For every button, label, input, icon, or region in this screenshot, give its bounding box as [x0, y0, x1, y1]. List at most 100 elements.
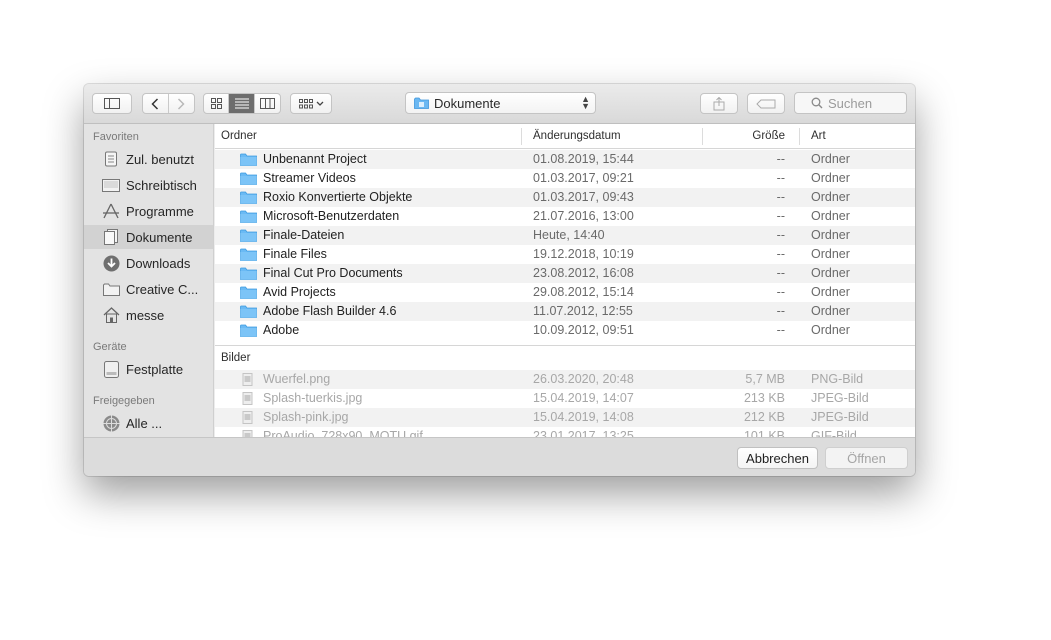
- table-row[interactable]: Final Cut Pro Documents 23.08.2012, 16:08…: [215, 264, 915, 283]
- chevron-left-icon: [151, 97, 159, 110]
- view-mode-group: [203, 93, 281, 114]
- network-icon: [102, 414, 120, 432]
- applications-icon: [102, 202, 120, 220]
- share-button[interactable]: [700, 93, 738, 114]
- documents-icon: [102, 228, 120, 246]
- column-name-header[interactable]: Ordner: [221, 130, 257, 142]
- file-kind: Ordner: [811, 209, 850, 223]
- image-file-icon: [240, 373, 254, 389]
- table-row[interactable]: Microsoft-Benutzerdaten 21.07.2016, 13:00…: [215, 207, 915, 226]
- sidebar-toggle-button[interactable]: [92, 93, 132, 114]
- toolbar: Dokumente ▲ ▼ Suchen: [84, 84, 915, 124]
- file-date: 11.07.2012, 12:55: [533, 304, 633, 318]
- sidebar-item-network[interactable]: Alle ...: [84, 411, 213, 435]
- file-name: Finale Files: [263, 247, 327, 261]
- column-view-button[interactable]: [255, 94, 280, 113]
- folder-icon: [240, 324, 257, 340]
- sidebar-item-label: Downloads: [126, 255, 191, 271]
- cancel-button[interactable]: Abbrechen: [737, 447, 818, 469]
- table-row[interactable]: Finale Files 19.12.2018, 10:19 -- Ordner: [215, 245, 915, 264]
- file-list: Ordner Änderungsdatum Größe Art Unbenann…: [215, 124, 915, 437]
- chevron-updown-icon: ▲ ▼: [581, 94, 590, 111]
- image-file-icon: [240, 430, 254, 437]
- file-date: 29.08.2012, 15:14: [533, 285, 634, 299]
- location-popup[interactable]: Dokumente ▲ ▼: [405, 92, 596, 114]
- table-row[interactable]: Adobe Flash Builder 4.6 11.07.2012, 12:55…: [215, 302, 915, 321]
- file-kind: Ordner: [811, 190, 850, 204]
- table-row: Splash-tuerkis.jpg 15.04.2019, 14:07 213 K…: [215, 389, 915, 408]
- file-size: --: [776, 209, 785, 223]
- table-row[interactable]: Unbenannt Project 01.08.2019, 15:44 -- Ordn…: [215, 150, 915, 169]
- search-field[interactable]: Suchen: [794, 92, 907, 114]
- file-size: --: [776, 266, 785, 280]
- file-size: --: [776, 228, 785, 242]
- table-row[interactable]: Streamer Videos 01.03.2017, 09:21 -- Ordner: [215, 169, 915, 188]
- table-row[interactable]: Avid Projects 29.08.2012, 15:14 -- Ordner: [215, 283, 915, 302]
- sidebar-item-home[interactable]: messe: [84, 303, 213, 327]
- open-button[interactable]: Öffnen: [825, 447, 908, 469]
- group-header-images: Bilder: [215, 345, 915, 369]
- sidebar-item-label: Schreibtisch: [126, 177, 197, 193]
- file-date: 23.01.2017, 13:25: [533, 429, 634, 437]
- file-size: --: [776, 285, 785, 299]
- sidebar-section-devices: Geräte: [93, 341, 127, 353]
- file-date: 15.04.2019, 14:07: [533, 391, 634, 405]
- sidebar-item-documents[interactable]: Dokumente: [84, 225, 213, 249]
- column-date-header[interactable]: Änderungsdatum: [533, 130, 621, 142]
- file-size: --: [776, 152, 785, 166]
- sidebar-section-favorites: Favoriten: [93, 131, 139, 143]
- list-view-button[interactable]: [229, 94, 255, 113]
- file-kind: Ordner: [811, 247, 850, 261]
- table-row[interactable]: Adobe 10.09.2012, 09:51 -- Ordner: [215, 321, 915, 340]
- file-name: Splash-pink.jpg: [263, 410, 349, 424]
- search-icon: [811, 97, 823, 109]
- column-kind-header[interactable]: Art: [811, 130, 826, 142]
- column-size-header[interactable]: Größe: [752, 130, 785, 142]
- tag-button[interactable]: [747, 93, 785, 114]
- sidebar-section-shared: Freigegeben: [93, 395, 155, 407]
- table-row: Wuerfel.png 26.03.2020, 20:48 5,7 MB PNG-Bi…: [215, 370, 915, 389]
- file-date: Heute, 14:40: [533, 228, 605, 242]
- sidebar-item-desktop[interactable]: Schreibtisch: [84, 173, 213, 197]
- folder-icon: [240, 248, 257, 264]
- location-label: Dokumente: [434, 95, 501, 111]
- file-date: 01.03.2017, 09:21: [533, 171, 634, 185]
- file-name: Roxio Konvertierte Objekte: [263, 190, 413, 204]
- home-icon: [102, 306, 120, 324]
- file-date: 15.04.2019, 14:08: [533, 410, 634, 424]
- sidebar-item-label: Dokumente: [126, 229, 193, 245]
- file-name: Microsoft-Benutzerdaten: [263, 209, 400, 223]
- back-button[interactable]: [143, 94, 169, 113]
- file-size: --: [776, 171, 785, 185]
- icon-view-button[interactable]: [204, 94, 230, 113]
- desktop-icon: [102, 176, 120, 194]
- file-name: Final Cut Pro Documents: [263, 266, 403, 280]
- file-date: 01.03.2017, 09:43: [533, 190, 634, 204]
- chevron-right-icon: [178, 97, 185, 110]
- sidebar-item-recents[interactable]: Zul. benutzt: [84, 147, 213, 171]
- forward-button[interactable]: [169, 94, 194, 113]
- downloads-icon: [102, 254, 120, 272]
- sidebar-item-downloads[interactable]: Downloads: [84, 251, 213, 275]
- sidebar-item-applications[interactable]: Programme: [84, 199, 213, 223]
- sidebar-item-creative-cloud[interactable]: Creative C...: [84, 277, 213, 301]
- file-size: --: [776, 323, 785, 337]
- sidebar-item-harddisk[interactable]: Festplatte: [84, 357, 213, 381]
- table-row[interactable]: Finale-Dateien Heute, 14:40 -- Ordner: [215, 226, 915, 245]
- table-row[interactable]: Roxio Konvertierte Objekte 01.03.2017, 09…: [215, 188, 915, 207]
- sidebar-item-label: Zul. benutzt: [126, 151, 194, 167]
- file-size: 5,7 MB: [745, 372, 785, 386]
- image-file-icon: [240, 392, 254, 408]
- folder-icon: [240, 286, 257, 302]
- file-name: Splash-tuerkis.jpg: [263, 391, 363, 405]
- folder-icon: [240, 267, 257, 283]
- recents-icon: [102, 150, 120, 168]
- file-kind: JPEG-Bild: [811, 391, 869, 405]
- file-date: 21.07.2016, 13:00: [533, 209, 634, 223]
- group-by-button[interactable]: [290, 93, 332, 114]
- group-header-label: Bilder: [221, 352, 251, 364]
- folder-icon: [240, 172, 257, 188]
- open-file-dialog: Dokumente ▲ ▼ Suchen Favoriten Zul. benut…: [84, 84, 915, 476]
- tag-icon: [756, 99, 776, 108]
- grid-icon: [210, 98, 222, 109]
